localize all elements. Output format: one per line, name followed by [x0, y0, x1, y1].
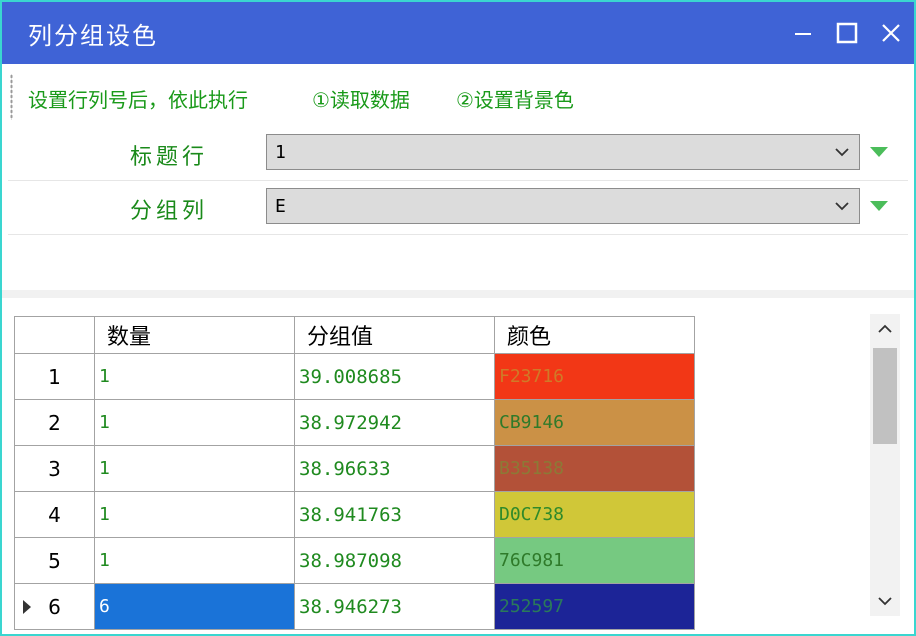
- cell-count[interactable]: 1: [94, 537, 295, 584]
- cell-group-value[interactable]: 38.972942: [294, 399, 495, 446]
- grid-header-row: 数量 分组值 颜色: [14, 316, 695, 354]
- cell-color[interactable]: 76C981: [494, 537, 695, 584]
- title-row-select[interactable]: 1: [266, 134, 860, 170]
- title-row-dropdown-icon[interactable]: [870, 147, 888, 157]
- cell-count[interactable]: 6: [94, 583, 295, 630]
- maximize-icon: [836, 22, 858, 44]
- data-grid-panel: 数量 分组值 颜色 1 1 39.008685 F23716 2 1 38.972942 CB…: [2, 298, 914, 632]
- row-index: 1: [48, 364, 61, 389]
- divider: [2, 290, 914, 298]
- title-bar[interactable]: 列分组设色: [2, 2, 914, 64]
- row-index: 3: [48, 456, 61, 481]
- row-index: 6: [48, 594, 61, 619]
- scrollbar-thumb[interactable]: [873, 348, 897, 444]
- row-header-corner[interactable]: [14, 316, 95, 354]
- settings-form: 标题行 1 分组列 E: [2, 128, 914, 290]
- group-col-value: E: [275, 196, 286, 217]
- cell-color[interactable]: D0C738: [494, 491, 695, 538]
- maximize-button[interactable]: [832, 16, 862, 50]
- row-header[interactable]: 6: [14, 583, 95, 630]
- table-row[interactable]: 2 1 38.972942 CB9146: [14, 399, 695, 446]
- title-row-setting: 标题行 1: [8, 128, 908, 181]
- set-background-color-button[interactable]: ②设置背景色: [456, 84, 574, 113]
- cell-color[interactable]: B35138: [494, 445, 695, 492]
- chevron-down-icon: [878, 597, 892, 606]
- chevron-up-icon: [878, 324, 892, 333]
- cell-count[interactable]: 1: [94, 399, 295, 446]
- row-header[interactable]: 2: [14, 399, 95, 446]
- cell-count[interactable]: 1: [94, 491, 295, 538]
- cell-color[interactable]: CB9146: [494, 399, 695, 446]
- toolbar-hint: 设置行列号后，依此执行: [28, 88, 248, 112]
- close-icon: [882, 24, 900, 42]
- close-button[interactable]: [876, 16, 906, 50]
- group-col-setting: 分组列 E: [8, 182, 908, 235]
- read-data-button[interactable]: ①读取数据: [312, 84, 410, 113]
- column-header-count[interactable]: 数量: [94, 316, 295, 354]
- title-row-value: 1: [275, 142, 286, 163]
- cell-group-value[interactable]: 38.946273: [294, 583, 495, 630]
- cell-group-value[interactable]: 38.941763: [294, 491, 495, 538]
- minimize-icon: [795, 33, 811, 35]
- table-row[interactable]: 6 6 38.946273 252597: [14, 583, 695, 630]
- table-row[interactable]: 3 1 38.96633 B35138: [14, 445, 695, 492]
- toolbar: 设置行列号后，依此执行 ①读取数据 ②设置背景色: [2, 64, 914, 128]
- title-row-label: 标题行: [130, 145, 209, 170]
- cell-color[interactable]: 252597: [494, 583, 695, 630]
- vertical-scrollbar[interactable]: [870, 314, 900, 616]
- cell-group-value[interactable]: 38.96633: [294, 445, 495, 492]
- chevron-down-icon: [835, 148, 849, 157]
- chevron-down-icon: [835, 202, 849, 211]
- toolbar-grip[interactable]: [10, 74, 13, 120]
- scroll-down-button[interactable]: [870, 586, 900, 616]
- row-index: 2: [48, 410, 61, 435]
- group-col-dropdown-icon[interactable]: [870, 201, 888, 211]
- cell-group-value[interactable]: 39.008685: [294, 353, 495, 400]
- row-header[interactable]: 3: [14, 445, 95, 492]
- row-header[interactable]: 5: [14, 537, 95, 584]
- row-index: 5: [48, 548, 61, 573]
- scroll-up-button[interactable]: [870, 314, 900, 344]
- column-header-color[interactable]: 颜色: [494, 316, 695, 354]
- cell-count[interactable]: 1: [94, 445, 295, 492]
- group-col-label: 分组列: [130, 199, 209, 224]
- table-row[interactable]: 4 1 38.941763 D0C738: [14, 491, 695, 538]
- row-header[interactable]: 1: [14, 353, 95, 400]
- group-col-select[interactable]: E: [266, 188, 860, 224]
- minimize-button[interactable]: [788, 16, 818, 50]
- table-row[interactable]: 1 1 39.008685 F23716: [14, 353, 695, 400]
- cell-color[interactable]: F23716: [494, 353, 695, 400]
- cell-count[interactable]: 1: [94, 353, 295, 400]
- window-title: 列分组设色: [28, 22, 158, 50]
- row-index: 4: [48, 502, 61, 527]
- data-grid: 数量 分组值 颜色 1 1 39.008685 F23716 2 1 38.972942 CB…: [14, 316, 695, 630]
- column-header-group-value[interactable]: 分组值: [294, 316, 495, 354]
- cell-group-value[interactable]: 38.987098: [294, 537, 495, 584]
- row-header[interactable]: 4: [14, 491, 95, 538]
- current-row-arrow-icon: [23, 600, 31, 614]
- table-row[interactable]: 5 1 38.987098 76C981: [14, 537, 695, 584]
